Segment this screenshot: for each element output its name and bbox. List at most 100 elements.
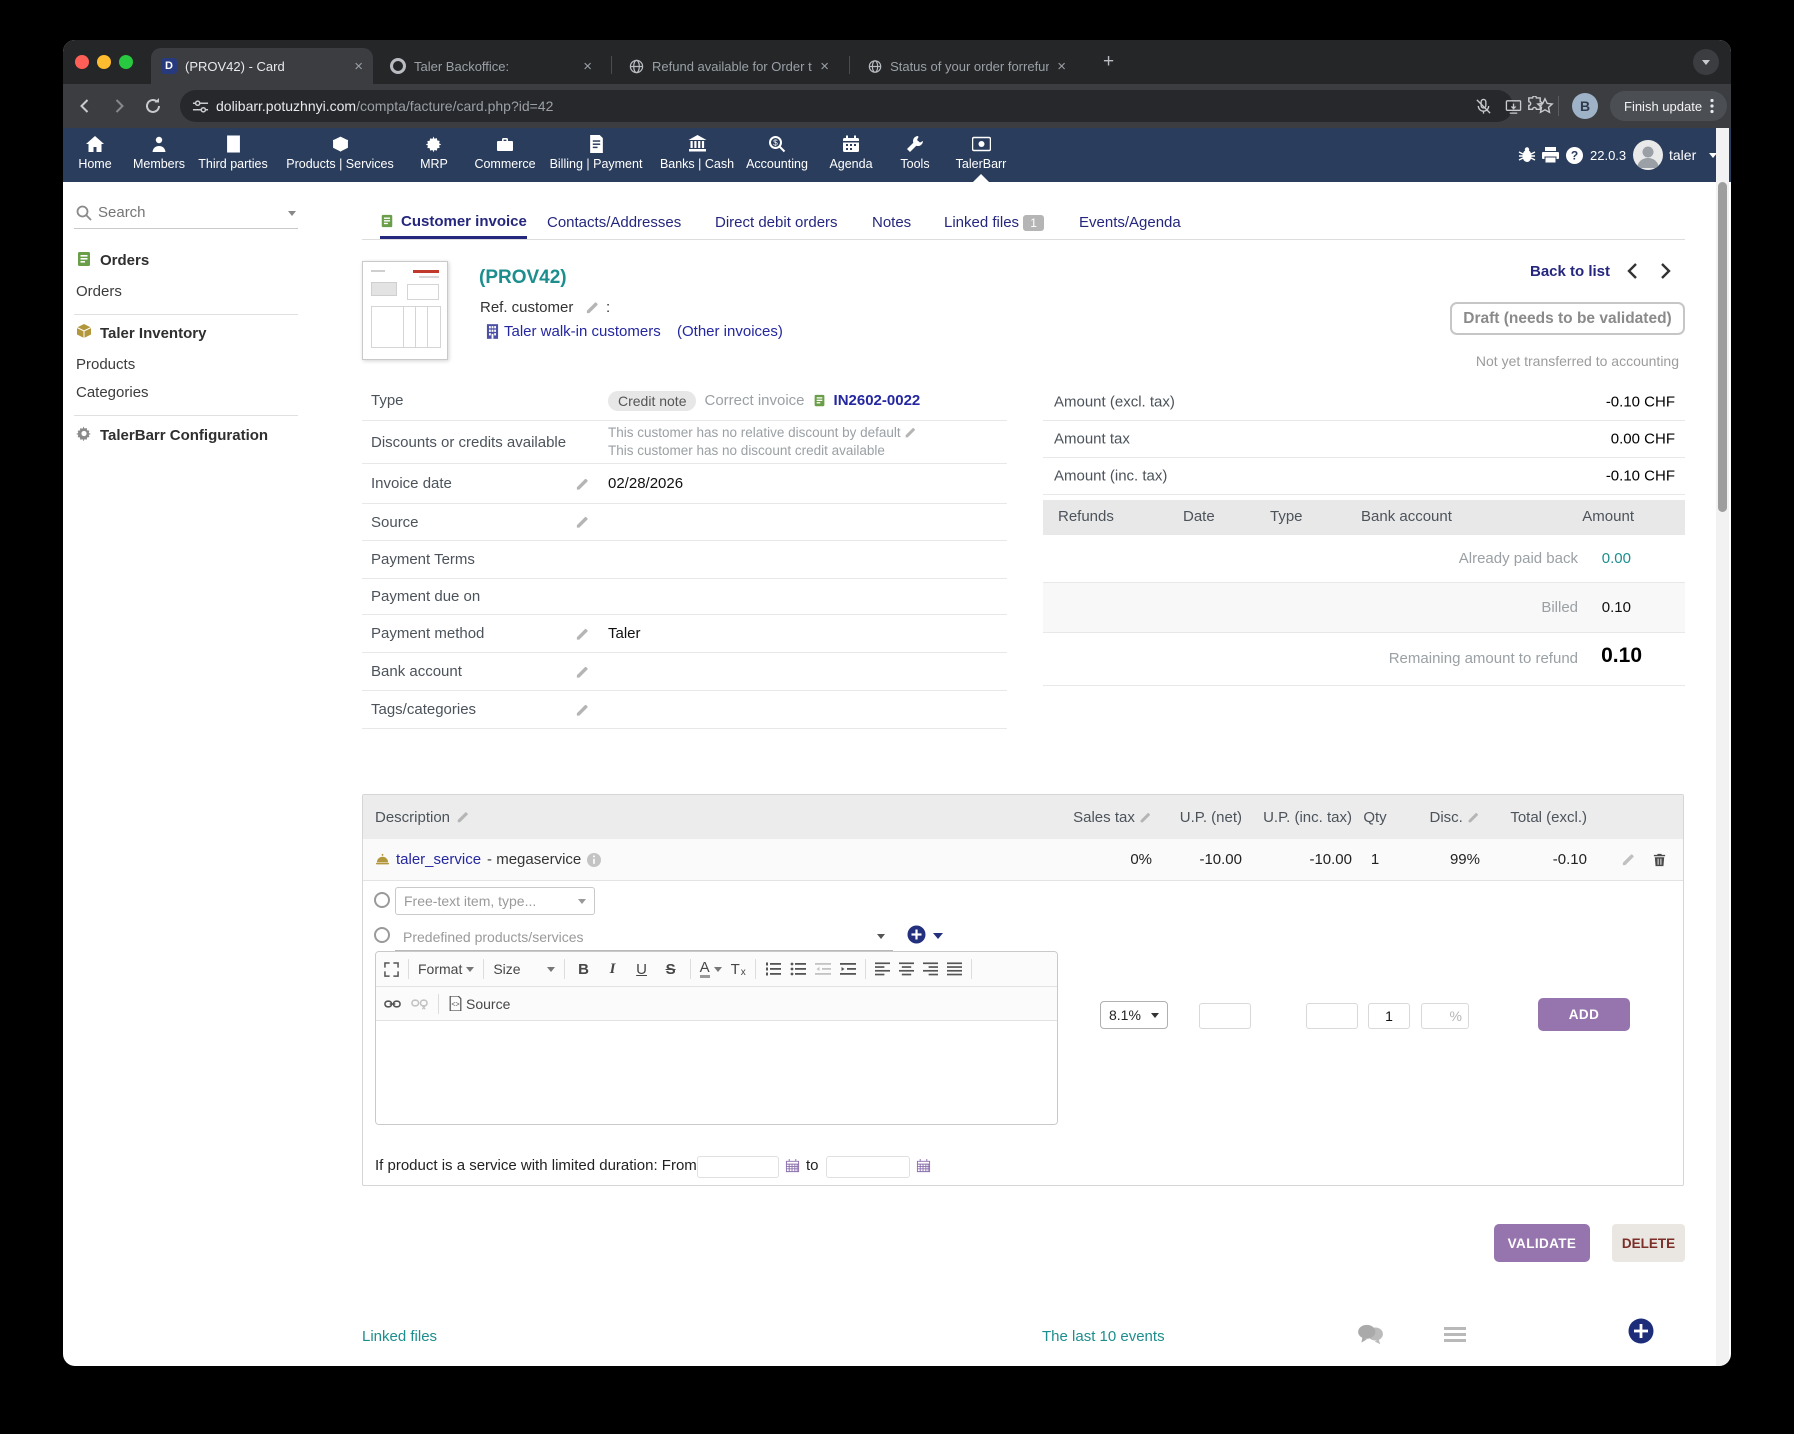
minimize-window-button[interactable] (97, 55, 111, 69)
linked-files-link[interactable]: Linked files (362, 1328, 437, 1345)
scrollbar-thumb[interactable] (1718, 182, 1727, 512)
sidebar-section-orders[interactable]: Orders (100, 252, 149, 269)
close-icon[interactable]: × (820, 58, 829, 75)
duration-from-input[interactable] (697, 1156, 779, 1178)
add-line-button[interactable]: ADD (1538, 998, 1630, 1031)
chevron-down-icon[interactable] (933, 933, 943, 939)
user-avatar[interactable] (1633, 140, 1663, 170)
new-tab-button[interactable]: + (1103, 51, 1114, 73)
validate-button[interactable]: VALIDATE (1494, 1224, 1590, 1262)
outdent-icon[interactable] (815, 962, 831, 976)
browser-tab[interactable]: Refund available for Order to × (619, 48, 839, 84)
edit-pencil-icon[interactable] (585, 300, 600, 315)
up-inc-input[interactable] (1306, 1003, 1358, 1029)
bullet-list-icon[interactable] (790, 962, 806, 976)
invoice-thumbnail[interactable] (362, 261, 448, 360)
duration-to-input[interactable] (826, 1156, 910, 1178)
edit-pencil-icon[interactable] (575, 515, 590, 530)
tab-linked-files[interactable]: Linked files 1 (944, 214, 1044, 231)
other-invoices-link[interactable]: (Other invoices) (677, 323, 783, 340)
up-net-input[interactable] (1199, 1003, 1251, 1029)
editor-textarea[interactable] (376, 1021, 1057, 1124)
close-icon[interactable]: × (1057, 58, 1066, 75)
menu-talerbarr[interactable]: TalerBarr (931, 135, 1031, 173)
sidebar-item-categories[interactable]: Categories (76, 384, 149, 401)
edit-pencil-icon[interactable] (575, 476, 590, 491)
tab-notes[interactable]: Notes (872, 214, 911, 231)
delete-button[interactable]: DELETE (1612, 1224, 1685, 1262)
close-icon[interactable]: × (583, 58, 592, 75)
search-input[interactable] (98, 200, 268, 224)
browser-tab[interactable]: Status of your order forrefund × (858, 48, 1076, 84)
scrollbar-track[interactable] (1716, 128, 1729, 1366)
back-icon[interactable] (75, 96, 95, 116)
indent-icon[interactable] (840, 962, 856, 976)
bold-button[interactable]: B (574, 961, 594, 978)
description-editor[interactable]: Format Size B I U S A Tx (375, 951, 1058, 1125)
paid-back-value[interactable]: 0.00 (1602, 550, 1631, 567)
menu-bars-icon[interactable] (1444, 1327, 1466, 1342)
profile-avatar[interactable]: B (1572, 93, 1598, 119)
back-to-list-link[interactable]: Back to list (1530, 263, 1610, 280)
tab-direct-debit[interactable]: Direct debit orders (715, 214, 838, 231)
add-product-icon[interactable] (907, 925, 926, 944)
last-events-link[interactable]: The last 10 events (1042, 1328, 1165, 1345)
edit-pencil-icon[interactable] (904, 426, 917, 439)
strikethrough-button[interactable]: S (661, 961, 681, 978)
zoom-window-button[interactable] (119, 55, 133, 69)
discount-input[interactable]: % (1421, 1003, 1469, 1029)
edit-pencil-icon[interactable] (456, 810, 470, 824)
align-justify-icon[interactable] (947, 962, 962, 976)
delete-line-icon[interactable] (1652, 852, 1667, 868)
predefined-radio[interactable] (374, 927, 390, 943)
forward-icon[interactable] (109, 96, 129, 116)
maximize-icon[interactable] (384, 962, 399, 977)
tab-contacts[interactable]: Contacts/Addresses (547, 214, 681, 231)
bug-icon[interactable] (1518, 146, 1536, 164)
reload-icon[interactable] (143, 96, 163, 116)
menu-products-services[interactable]: Products | Services (270, 135, 410, 173)
edit-pencil-icon[interactable] (575, 664, 590, 679)
text-color-button[interactable]: A (700, 960, 722, 978)
extensions-icon[interactable] (1525, 96, 1544, 115)
italic-button[interactable]: I (603, 961, 623, 978)
tax-rate-select[interactable]: 8.1% (1100, 1001, 1168, 1029)
sidebar-section-config[interactable]: TalerBarr Configuration (100, 427, 268, 444)
next-icon[interactable] (1657, 262, 1673, 280)
sidebar-item-products[interactable]: Products (76, 356, 135, 373)
edit-pencil-icon[interactable] (1467, 811, 1480, 824)
qty-input[interactable]: 1 (1368, 1003, 1410, 1029)
edit-pencil-icon[interactable] (575, 626, 590, 641)
unlink-icon[interactable] (411, 997, 428, 1010)
numbered-list-icon[interactable] (765, 962, 781, 976)
tab-search-button[interactable] (1693, 49, 1719, 75)
product-link[interactable]: taler_service (396, 851, 481, 868)
finish-update-button[interactable]: Finish update (1610, 91, 1727, 121)
size-select[interactable]: Size (493, 961, 554, 977)
sidebar-item-orders[interactable]: Orders (76, 283, 122, 300)
format-select[interactable]: Format (418, 961, 474, 977)
edit-line-icon[interactable] (1621, 852, 1636, 867)
align-right-icon[interactable] (923, 962, 938, 976)
corrected-invoice-link[interactable]: IN2602-0022 (834, 392, 921, 409)
more-menu-icon[interactable] (1710, 98, 1714, 114)
underline-button[interactable]: U (632, 961, 652, 978)
search-dropdown-icon[interactable] (288, 211, 296, 216)
tab-events[interactable]: Events/Agenda (1079, 214, 1181, 231)
prev-icon[interactable] (1625, 262, 1641, 280)
browser-tab[interactable]: Taler Backoffice: × (380, 48, 602, 84)
calendar-picker-icon[interactable] (785, 1158, 800, 1173)
calendar-picker-icon[interactable] (916, 1158, 931, 1173)
free-text-radio[interactable] (374, 892, 390, 908)
predefined-select[interactable]: Predefined products/services (395, 923, 893, 951)
source-button[interactable]: <> Source (449, 996, 510, 1012)
customer-link[interactable]: Taler walk-in customers (504, 323, 661, 340)
print-icon[interactable] (1541, 146, 1560, 164)
remove-format-button[interactable]: Tx (731, 961, 746, 978)
align-center-icon[interactable] (899, 962, 914, 976)
install-icon[interactable] (1505, 98, 1522, 115)
link-icon[interactable] (384, 998, 401, 1010)
help-icon[interactable]: ? (1565, 146, 1584, 165)
align-left-icon[interactable] (875, 962, 890, 976)
sidebar-section-inventory[interactable]: Taler Inventory (100, 325, 206, 342)
